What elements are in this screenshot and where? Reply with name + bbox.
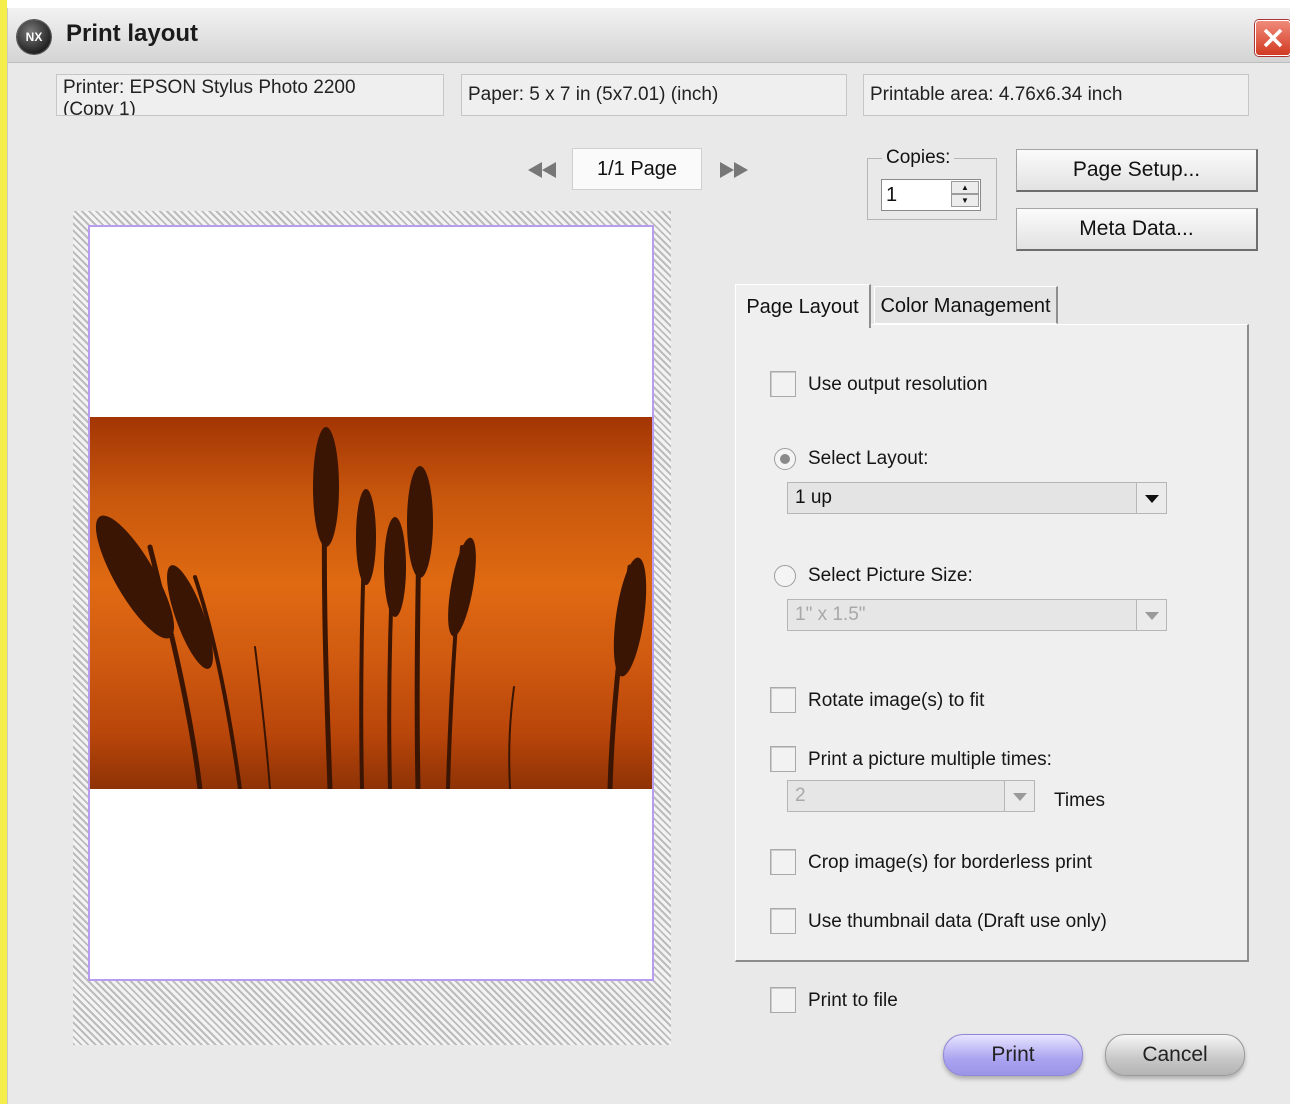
rotate-images-label: Rotate image(s) to fit xyxy=(808,690,985,711)
cancel-button[interactable]: Cancel xyxy=(1105,1034,1245,1076)
print-layout-dialog: NX Print layout Printer: EPSON Stylus Ph… xyxy=(7,8,1290,1104)
printer-copy: (Copy 1) xyxy=(63,99,136,116)
paper-preview xyxy=(88,225,654,981)
chevron-down-icon[interactable] xyxy=(1004,781,1034,811)
print-to-file-label: Print to file xyxy=(808,990,898,1011)
printable-area-info: Printable area: 4.76x6.34 inch xyxy=(863,74,1249,116)
paper-info: Paper: 5 x 7 in (5x7.01) (inch) xyxy=(461,74,847,116)
window-title: Print layout xyxy=(66,20,199,47)
select-layout-radio[interactable] xyxy=(774,448,796,470)
picture-size-select-value: 1" x 1.5" xyxy=(795,604,866,625)
app-logo-icon: NX xyxy=(17,20,51,54)
rotate-images-checkbox[interactable] xyxy=(770,687,796,713)
select-layout-label: Select Layout: xyxy=(808,448,929,469)
use-thumbnail-label: Use thumbnail data (Draft use only) xyxy=(808,911,1107,932)
print-multiple-checkbox[interactable] xyxy=(770,746,796,772)
layout-select-value: 1 up xyxy=(795,487,832,508)
use-output-resolution-label: Use output resolution xyxy=(808,374,988,395)
next-page-icon[interactable] xyxy=(716,160,750,180)
copies-group: Copies: 1 ▲ ▼ xyxy=(867,147,997,220)
crop-borderless-label: Crop image(s) for borderless print xyxy=(808,852,1093,873)
layout-select[interactable]: 1 up xyxy=(787,482,1167,514)
select-picture-size-label: Select Picture Size: xyxy=(808,565,973,586)
meta-data-button[interactable]: Meta Data... xyxy=(1016,208,1258,251)
print-to-file-checkbox[interactable] xyxy=(770,987,796,1013)
sunset-grass-photo[interactable] xyxy=(90,417,652,789)
print-preview-area xyxy=(73,211,671,1045)
spin-up-icon[interactable]: ▲ xyxy=(951,181,979,194)
close-icon xyxy=(1263,28,1283,48)
copies-label: Copies: xyxy=(882,147,955,169)
crop-borderless-checkbox[interactable] xyxy=(770,849,796,875)
use-thumbnail-checkbox[interactable] xyxy=(770,908,796,934)
tab-color-management[interactable]: Color Management xyxy=(874,286,1058,324)
chevron-down-icon[interactable] xyxy=(1136,483,1166,513)
title-bar: NX Print layout xyxy=(8,8,1290,63)
page-indicator: 1/1 Page xyxy=(572,148,702,190)
use-output-resolution-checkbox[interactable] xyxy=(770,371,796,397)
chevron-down-icon[interactable] xyxy=(1136,600,1166,630)
times-label: Times xyxy=(1054,790,1106,811)
spin-down-icon[interactable]: ▼ xyxy=(951,194,979,207)
select-picture-size-radio[interactable] xyxy=(774,565,796,587)
grass-silhouette-image xyxy=(95,427,647,789)
page-layout-panel: Use output resolution Select Layout: 1 u… xyxy=(735,324,1249,962)
desktop-edge xyxy=(0,0,7,1104)
multiple-count-select[interactable]: 2 xyxy=(787,780,1035,812)
page-setup-button[interactable]: Page Setup... xyxy=(1016,149,1258,192)
picture-size-select[interactable]: 1" x 1.5" xyxy=(787,599,1167,631)
previous-page-icon[interactable] xyxy=(526,160,560,180)
print-button[interactable]: Print xyxy=(943,1034,1083,1076)
close-button[interactable] xyxy=(1255,20,1290,56)
printer-name: Printer: EPSON Stylus Photo 2200 xyxy=(63,77,356,98)
tab-page-layout[interactable]: Page Layout xyxy=(735,284,871,328)
copies-spinner[interactable]: ▲ ▼ xyxy=(951,181,979,209)
multiple-count-value: 2 xyxy=(795,785,806,806)
printer-info: Printer: EPSON Stylus Photo 2200 (Copy 1… xyxy=(56,74,444,116)
print-multiple-label: Print a picture multiple times: xyxy=(808,749,1052,770)
